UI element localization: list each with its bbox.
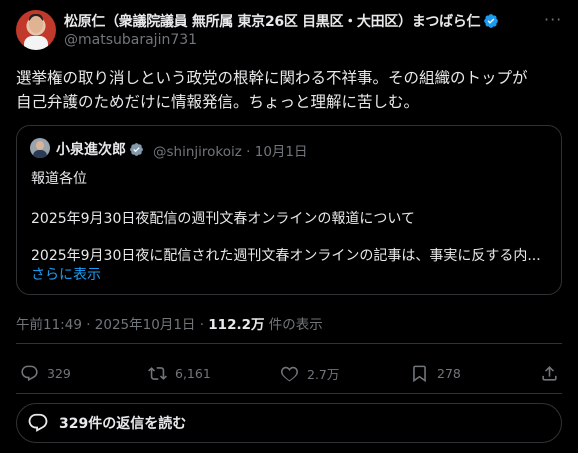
share-icon (542, 365, 557, 381)
divider (16, 393, 562, 394)
reply-icon (21, 365, 38, 381)
repost-icon (148, 366, 167, 380)
bookmark-count: 278 (437, 365, 461, 381)
post-timestamp: 午前11:49 · 2025年10月1日 · 112.2万 件の表示 (16, 313, 323, 333)
repost-count: 6,161 (175, 365, 211, 381)
divider (16, 343, 562, 344)
quote-line: 2025年9月30日夜配信の週刊文春オンラインの報道について (31, 211, 415, 227)
views-count: 112.2万 (208, 317, 265, 333)
more-icon[interactable]: ··· (544, 10, 562, 29)
quote-line: 2025年9月30日夜に配信された週刊文春オンラインの記事は、事実に反する内..… (31, 248, 541, 264)
author-name[interactable]: 松原仁（衆議院議員 無所属 東京26区 目黒区・大田区）まつばら仁 (64, 11, 499, 31)
like-button[interactable]: 2.7万 (280, 362, 339, 384)
post-text: 選挙権の取り消しという政党の根幹に関わる不祥事。その組織のトップが 自己弁護のた… (16, 69, 528, 111)
quote-date[interactable]: 10月1日 (255, 144, 308, 160)
views-label: 件の表示 (264, 317, 323, 333)
read-replies-label: 329件の返信を読む (59, 416, 187, 432)
quote-line: 報道各位 (31, 171, 87, 187)
quote-meta: @shinjirokoiz · 10月1日 (153, 144, 308, 160)
post-time[interactable]: 午前11:49 · 2025年10月1日 · (16, 317, 208, 333)
verified-badge-icon (484, 14, 499, 28)
share-button[interactable] (540, 362, 567, 384)
quote-avatar[interactable] (30, 138, 50, 158)
author-avatar[interactable] (16, 10, 56, 50)
like-icon (280, 366, 299, 381)
quote-handle[interactable]: @shinjirokoiz (153, 144, 242, 160)
reply-count: 329 (47, 365, 71, 381)
repost-button[interactable]: 6,161 (148, 362, 211, 384)
like-count: 2.7万 (307, 366, 340, 382)
speech-bubble-icon (28, 413, 48, 432)
quote-author-name[interactable]: 小泉進次郎 (56, 139, 144, 159)
quoted-post[interactable]: 小泉進次郎 @shinjirokoiz · 10月1日 報道各位 2025年9月… (16, 125, 562, 295)
author-handle[interactable]: @matsubarajin731 (64, 32, 197, 48)
bookmark-icon (413, 365, 426, 382)
bookmark-button[interactable]: 278 (410, 362, 461, 384)
verified-badge-icon (130, 143, 143, 156)
reply-button[interactable]: 329 (20, 362, 71, 384)
show-more-link[interactable]: さらに表示 (31, 264, 101, 284)
read-replies-button[interactable]: 329件の返信を読む (16, 403, 562, 443)
